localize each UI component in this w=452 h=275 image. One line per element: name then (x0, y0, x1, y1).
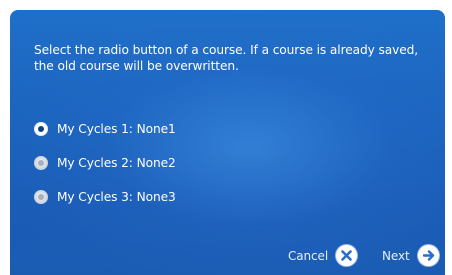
course-option-label: My Cycles 2: None2 (57, 156, 176, 170)
radio-button[interactable] (34, 156, 48, 170)
course-option-label: My Cycles 3: None3 (57, 190, 176, 204)
arrow-right-icon[interactable] (417, 245, 439, 266)
course-option-label: My Cycles 1: None1 (57, 122, 176, 136)
cancel-button[interactable]: Cancel (288, 245, 358, 266)
course-option-2[interactable]: My Cycles 2: None2 (34, 146, 176, 180)
course-option-1[interactable]: My Cycles 1: None1 (34, 112, 176, 146)
next-button[interactable]: Next (382, 245, 439, 266)
radio-button-selected[interactable] (34, 122, 48, 136)
course-options: My Cycles 1: None1 My Cycles 2: None2 My… (34, 112, 176, 214)
course-save-dialog: Select the radio button of a course. If … (10, 10, 445, 275)
cancel-label: Cancel (288, 248, 329, 263)
close-icon[interactable] (336, 245, 358, 266)
next-label: Next (382, 248, 410, 263)
instruction-text: Select the radio button of a course. If … (34, 43, 419, 73)
radio-button[interactable] (34, 190, 48, 204)
course-option-3[interactable]: My Cycles 3: None3 (34, 180, 176, 214)
